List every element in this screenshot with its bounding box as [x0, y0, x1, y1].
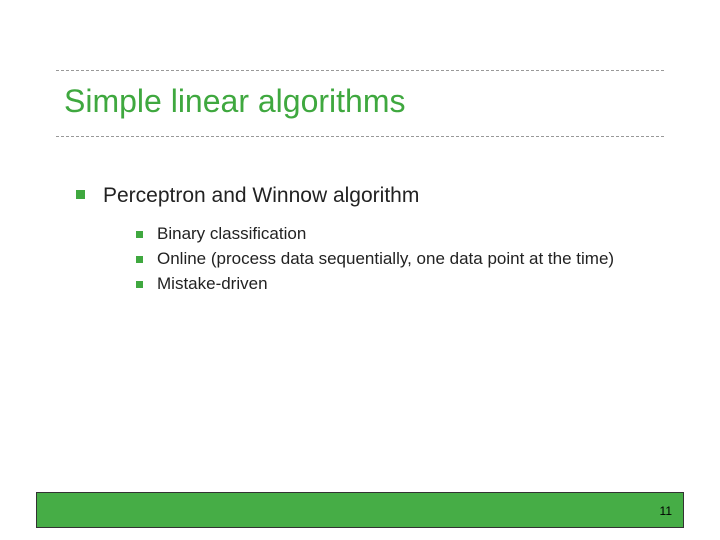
sub-point-text: Online (process data sequentially, one d…	[157, 248, 614, 271]
title-box: Simple linear algorithms	[56, 70, 664, 137]
sub-point-text: Binary classification	[157, 223, 306, 246]
sub-point-text: Mistake-driven	[157, 273, 268, 296]
bullet-level2: Mistake-driven	[136, 273, 656, 296]
page-number: 11	[660, 504, 672, 518]
sublist: Binary classification Online (process da…	[136, 223, 656, 296]
footer-bar	[36, 492, 684, 528]
square-bullet-icon	[136, 281, 143, 288]
bullet-level2: Online (process data sequentially, one d…	[136, 248, 656, 271]
bullet-level2: Binary classification	[136, 223, 656, 246]
main-point-text: Perceptron and Winnow algorithm	[103, 182, 419, 209]
bullet-level1: Perceptron and Winnow algorithm	[76, 182, 656, 209]
square-bullet-icon	[136, 231, 143, 238]
slide-title: Simple linear algorithms	[64, 83, 656, 120]
content-area: Perceptron and Winnow algorithm Binary c…	[76, 182, 656, 298]
slide: Simple linear algorithms Perceptron and …	[0, 0, 720, 540]
square-bullet-icon	[76, 190, 85, 199]
square-bullet-icon	[136, 256, 143, 263]
